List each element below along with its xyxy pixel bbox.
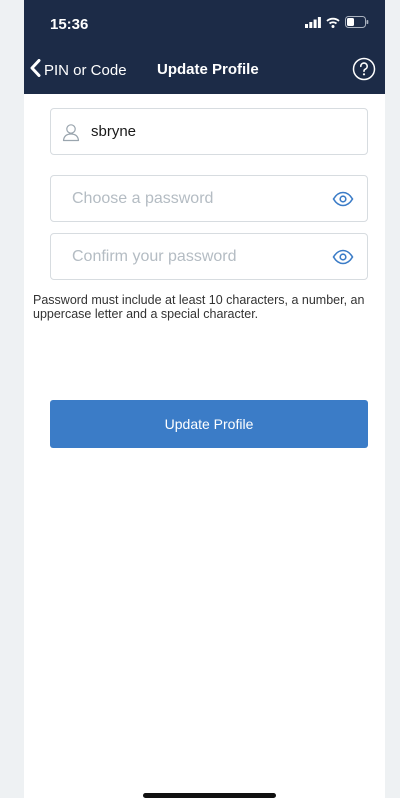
user-icon [61, 122, 81, 142]
status-bar: 15:36 [24, 0, 385, 50]
password-input[interactable] [72, 176, 322, 221]
battery-icon [345, 15, 369, 33]
header: 15:36 PIN or Code Update Profile [24, 0, 385, 94]
username-input[interactable] [91, 109, 351, 154]
app-screen: 15:36 PIN or Code Update Profile sbryne … [24, 0, 385, 798]
username-field [50, 108, 368, 155]
back-label: PIN or Code [44, 61, 127, 79]
nav-bar: PIN or Code Update Profile [24, 50, 385, 90]
chevron-left-icon [30, 58, 41, 82]
signal-icon [305, 15, 321, 33]
eye-icon[interactable] [332, 249, 354, 265]
confirm-password-input[interactable] [72, 234, 322, 279]
status-icons [305, 15, 369, 33]
eye-icon[interactable] [332, 191, 354, 207]
page-title: Update Profile [157, 61, 259, 78]
help-icon [352, 57, 376, 81]
status-time: 15:36 [50, 16, 89, 33]
wifi-icon [326, 15, 340, 33]
confirm-password-field [50, 233, 368, 280]
help-button[interactable] [352, 57, 376, 81]
password-field [50, 175, 368, 222]
update-profile-button[interactable]: Update Profile [50, 400, 368, 448]
back-button[interactable]: PIN or Code [30, 58, 127, 82]
password-hint: Password must include at least 10 charac… [33, 293, 365, 321]
home-indicator [143, 793, 276, 798]
